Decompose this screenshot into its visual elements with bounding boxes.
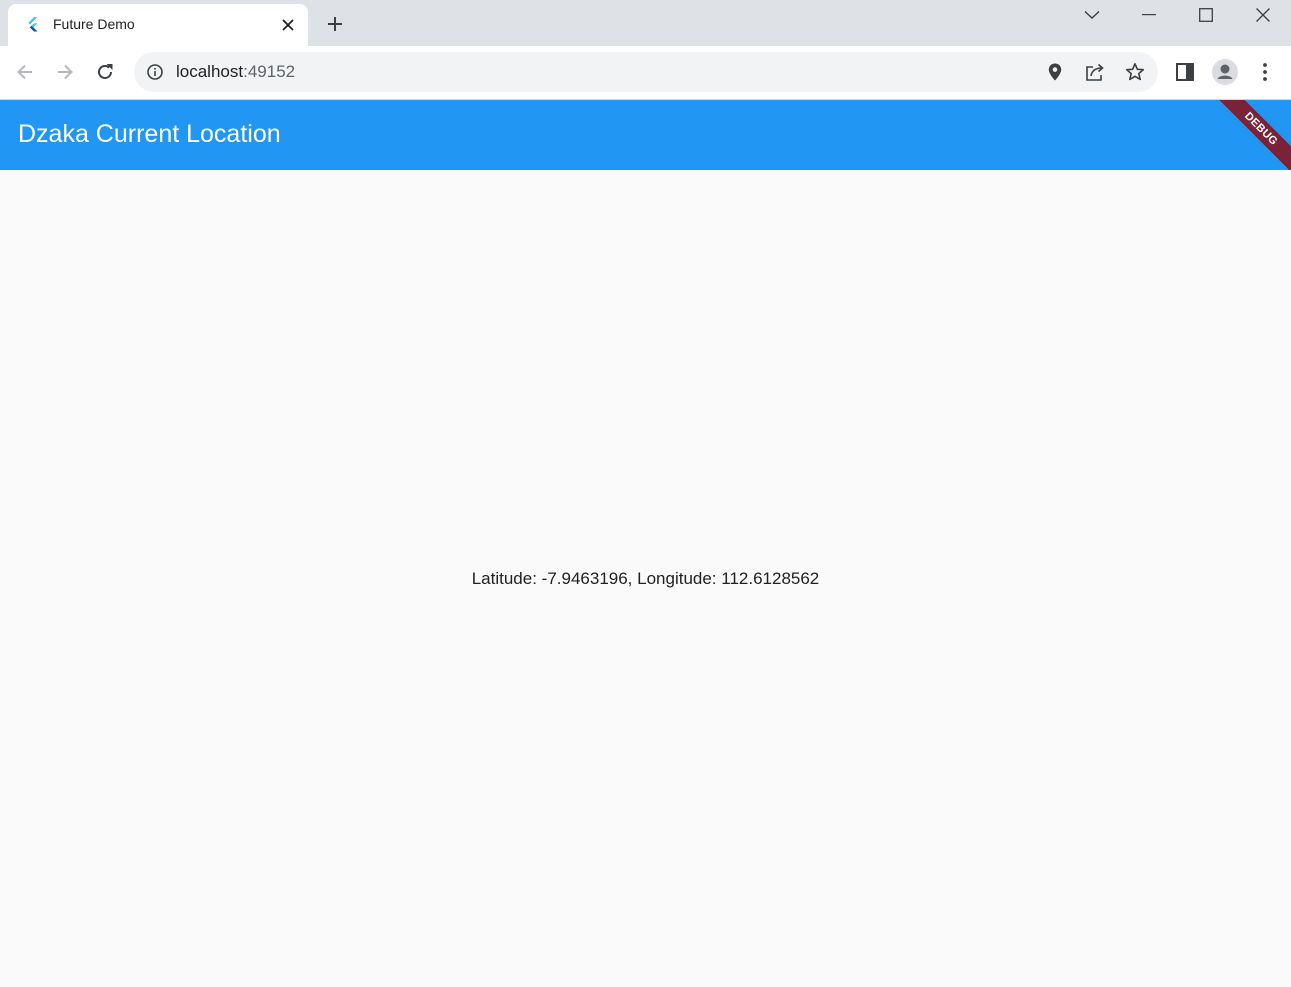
url-host: localhost <box>176 62 244 81</box>
location-text: Latitude: -7.9463196, Longitude: 112.612… <box>471 569 820 588</box>
share-icon[interactable] <box>1085 62 1105 82</box>
tab-future-demo[interactable]: Future Demo <box>8 4 308 46</box>
location-pin-icon[interactable] <box>1045 62 1065 82</box>
close-window-icon[interactable] <box>1235 0 1291 30</box>
tab-search-chevron-icon[interactable] <box>1064 0 1120 30</box>
site-info-icon[interactable] <box>146 63 164 81</box>
app-body: Latitude: -7.9463196, Longitude: 112.612… <box>0 170 1291 987</box>
app-bar: Dzaka Current Location DEBUG <box>0 100 1291 170</box>
tab-strip: Future Demo <box>0 0 1291 46</box>
app-title: Dzaka Current Location <box>18 120 281 148</box>
maximize-icon[interactable] <box>1178 0 1234 30</box>
minimize-icon[interactable] <box>1121 0 1177 30</box>
profile-avatar-icon[interactable] <box>1212 59 1238 85</box>
url-port: :49152 <box>243 62 296 81</box>
more-options-icon[interactable] <box>1252 59 1278 85</box>
back-arrow-icon[interactable] <box>11 58 39 86</box>
url-text: localhost:49152 <box>176 62 295 82</box>
side-panel-icon[interactable] <box>1172 59 1198 85</box>
new-tab-plus-icon[interactable] <box>323 12 347 36</box>
tab-title: Future Demo <box>53 16 135 32</box>
address-bar[interactable]: localhost:49152 <box>134 52 1158 92</box>
bookmark-star-icon[interactable] <box>1125 62 1145 82</box>
forward-arrow-icon[interactable] <box>51 58 79 86</box>
debug-banner: DEBUG <box>1215 100 1291 170</box>
browser-toolbar: localhost:49152 <box>0 46 1291 99</box>
tab-close-icon[interactable] <box>278 15 298 35</box>
flutter-logo-icon <box>25 16 41 32</box>
browser-window: Future Demo localhost:49152 Dzaka Curren… <box>0 0 1291 987</box>
reload-icon[interactable] <box>91 58 119 86</box>
